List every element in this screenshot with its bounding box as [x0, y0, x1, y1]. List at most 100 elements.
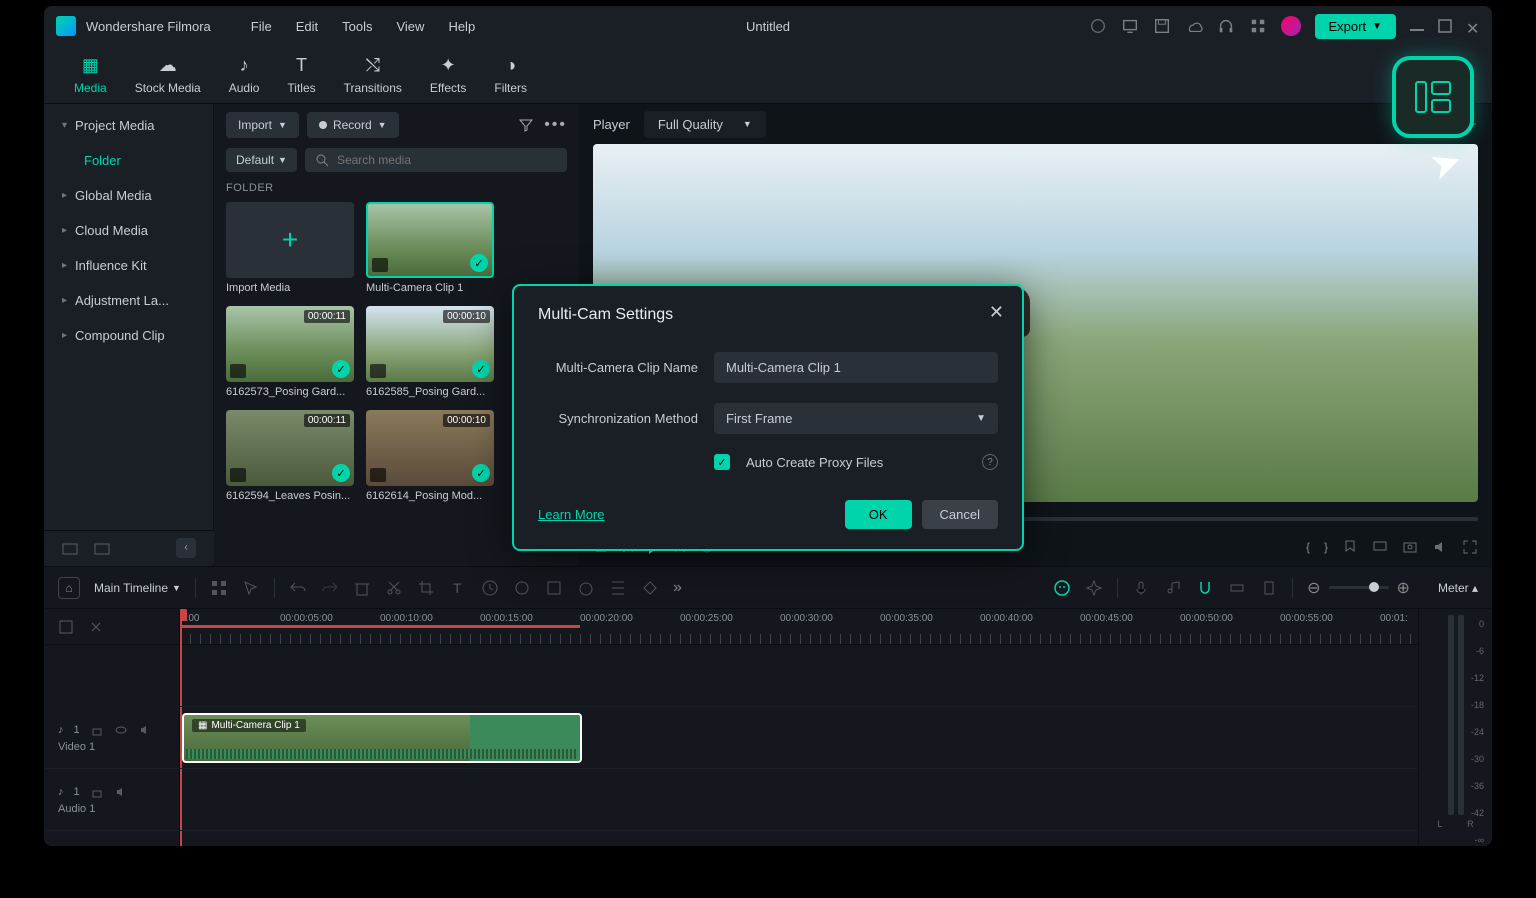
add-track-icon[interactable] [58, 619, 74, 635]
sidebar-item-cloud-media[interactable]: ▸Cloud Media [44, 213, 213, 248]
timeline-clip[interactable]: ▦Multi-Camera Clip 1 [182, 713, 582, 763]
meter-label[interactable]: Meter ▴ [1438, 581, 1478, 595]
delete-icon[interactable] [353, 579, 371, 597]
tab-filters[interactable]: ◑Filters [494, 55, 527, 95]
mute-icon[interactable] [114, 785, 128, 799]
record-status-icon[interactable] [1089, 17, 1107, 35]
sidebar-item-global-media[interactable]: ▸Global Media [44, 178, 213, 213]
mic-icon[interactable] [1132, 579, 1150, 597]
text-icon[interactable]: T [449, 579, 467, 597]
undo-icon[interactable] [289, 579, 307, 597]
zoom-control[interactable]: ⊖ ⊕ [1307, 578, 1410, 598]
tab-media[interactable]: ▦Media [74, 55, 107, 95]
record-button[interactable]: Record▼ [307, 112, 399, 138]
bracket-in-icon[interactable]: { [1306, 540, 1310, 554]
headphones-icon[interactable] [1217, 17, 1235, 35]
speed-icon[interactable] [481, 579, 499, 597]
track-row-audio[interactable] [180, 769, 1418, 831]
lock-icon[interactable] [90, 785, 104, 799]
track-row-video[interactable]: ▦Multi-Camera Clip 1 [180, 707, 1418, 769]
sidebar-item-project-media[interactable]: ▾Project Media [44, 108, 213, 143]
lock-icon[interactable] [90, 723, 104, 737]
grid-icon[interactable] [210, 579, 228, 597]
mask-icon[interactable] [545, 579, 563, 597]
folder-icon[interactable] [94, 540, 110, 556]
media-thumb[interactable]: 00:00:11✓ 6162573_Posing Gard... [226, 306, 354, 398]
display-mode-icon[interactable] [1372, 539, 1388, 555]
cursor-icon[interactable] [242, 579, 260, 597]
tab-audio[interactable]: ♪Audio [229, 55, 260, 95]
maximize-icon[interactable] [1438, 19, 1452, 33]
timeline-ruler[interactable]: 0:00 00:00:05:00 00:00:10:00 00:00:15:00… [180, 609, 1418, 645]
search-box[interactable] [305, 148, 567, 172]
color-icon[interactable] [513, 579, 531, 597]
track-head-video[interactable]: ♪ 1 Video 1 [44, 707, 179, 769]
menu-file[interactable]: File [251, 19, 272, 34]
more-icon[interactable]: ••• [544, 116, 567, 134]
learn-more-link[interactable]: Learn More [538, 507, 604, 522]
quality-select[interactable]: Full Quality▼ [644, 111, 766, 138]
link-tracks-icon[interactable] [88, 619, 104, 635]
sidebar-item-adjustment-layer[interactable]: ▸Adjustment La... [44, 283, 213, 318]
cloud-icon[interactable] [1185, 17, 1203, 35]
cut-icon[interactable] [385, 579, 403, 597]
fullscreen-icon[interactable] [1462, 539, 1478, 555]
save-icon[interactable] [1153, 17, 1171, 35]
sort-button[interactable]: Default▼ [226, 148, 297, 172]
music-icon[interactable] [1164, 579, 1182, 597]
timeline-home-icon[interactable]: ⌂ [58, 577, 80, 599]
volume-icon[interactable] [1432, 539, 1448, 555]
timeline-name-select[interactable]: Main Timeline▼ [94, 581, 181, 595]
close-icon[interactable]: ✕ [1466, 19, 1480, 33]
media-thumb[interactable]: 00:00:10✓ 6162585_Posing Gard... [366, 306, 494, 398]
tab-transitions[interactable]: ⤭Transitions [344, 55, 402, 95]
proxy-checkbox[interactable]: ✓ [714, 454, 730, 470]
track-head-audio[interactable]: ♪ 1 Audio 1 [44, 769, 179, 831]
menu-tools[interactable]: Tools [342, 19, 372, 34]
avatar[interactable] [1281, 16, 1301, 36]
folder-add-icon[interactable] [62, 540, 78, 556]
menu-view[interactable]: View [396, 19, 424, 34]
cancel-button[interactable]: Cancel [922, 500, 998, 529]
visibility-icon[interactable] [114, 723, 128, 737]
menu-edit[interactable]: Edit [296, 19, 318, 34]
sidebar-collapse-icon[interactable]: ‹ [176, 538, 196, 558]
apps-icon[interactable] [1249, 17, 1267, 35]
track-icon[interactable] [609, 579, 627, 597]
filter-icon[interactable] [518, 117, 534, 133]
import-media-tile[interactable]: + Import Media [226, 202, 354, 294]
tab-effects[interactable]: ✦Effects [430, 55, 466, 95]
redo-icon[interactable] [321, 579, 339, 597]
minimize-icon[interactable] [1410, 29, 1424, 31]
multicam-view-button[interactable] [1392, 56, 1474, 138]
snapshot-icon[interactable] [1402, 539, 1418, 555]
bracket-out-icon[interactable]: } [1324, 540, 1328, 554]
sidebar-item-compound-clip[interactable]: ▸Compound Clip [44, 318, 213, 353]
mute-icon[interactable] [138, 723, 152, 737]
media-thumb[interactable]: 00:00:11✓ 6162594_Leaves Posin... [226, 410, 354, 502]
dialog-close-button[interactable]: ✕ [989, 302, 1004, 323]
marker-icon[interactable] [1342, 539, 1358, 555]
link-icon[interactable] [1228, 579, 1246, 597]
tab-stock-media[interactable]: ☁Stock Media [135, 55, 201, 95]
keyframe-icon[interactable] [641, 579, 659, 597]
sparkle-icon[interactable] [1085, 579, 1103, 597]
marker2-icon[interactable] [1260, 579, 1278, 597]
sidebar-item-folder[interactable]: Folder [44, 143, 213, 178]
display-icon[interactable] [1121, 17, 1139, 35]
media-thumb[interactable]: 00:00:10✓ 6162614_Posing Mod... [366, 410, 494, 502]
info-icon[interactable]: ? [982, 454, 998, 470]
clip-name-input[interactable] [714, 352, 998, 383]
toolbar-more-icon[interactable]: » [673, 579, 682, 597]
media-thumb[interactable]: ✓ Multi-Camera Clip 1 [366, 202, 494, 294]
export-button[interactable]: Export▼ [1315, 14, 1396, 39]
sync-method-select[interactable]: First Frame▼ [714, 403, 998, 434]
tab-titles[interactable]: TTitles [287, 55, 315, 95]
ok-button[interactable]: OK [845, 500, 912, 529]
sidebar-item-influence-kit[interactable]: ▸Influence Kit [44, 248, 213, 283]
crop-icon[interactable] [417, 579, 435, 597]
menu-help[interactable]: Help [448, 19, 475, 34]
timer-icon[interactable] [577, 579, 595, 597]
search-input[interactable] [337, 153, 557, 167]
magnet-icon[interactable] [1196, 579, 1214, 597]
